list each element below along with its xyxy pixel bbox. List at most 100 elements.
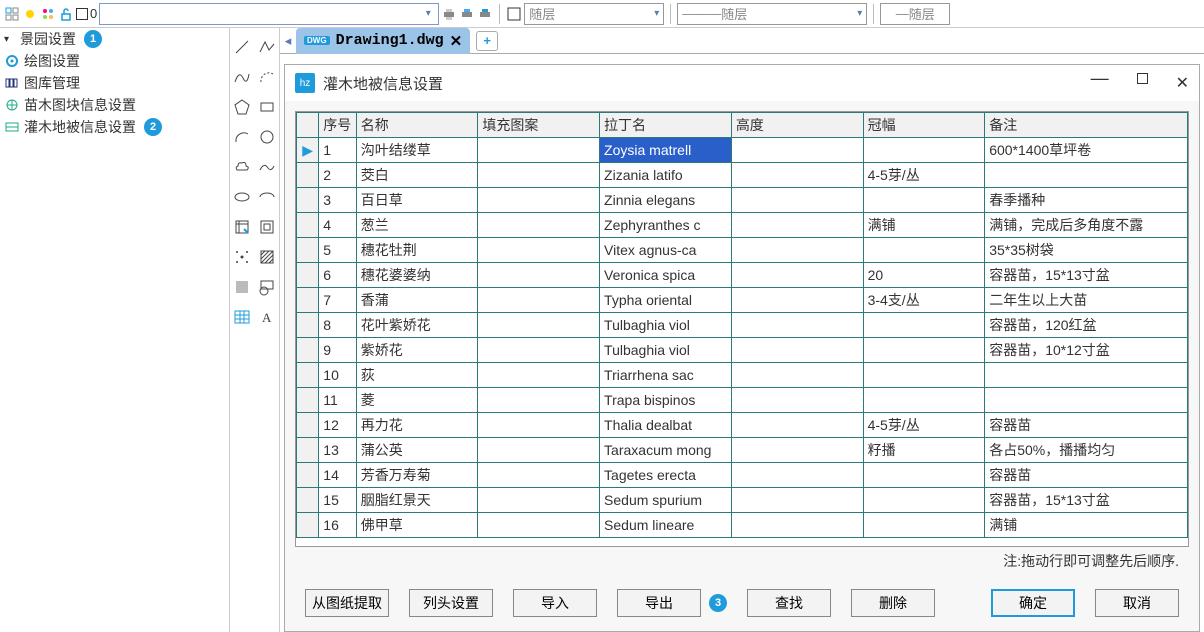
cell[interactable]: 各占50%，播播均匀 [985, 438, 1188, 463]
cell[interactable] [478, 463, 600, 488]
table-row[interactable]: 14芳香万寿菊Tagetes erecta容器苗 [297, 463, 1188, 488]
table-row[interactable]: 13蒲公英Taraxacum mong籽播各占50%，播播均匀 [297, 438, 1188, 463]
polygon-tool[interactable] [233, 94, 252, 120]
cell[interactable]: 百日草 [356, 188, 478, 213]
column-settings-button[interactable]: 列头设置 [409, 589, 493, 617]
cell[interactable]: 沟叶结缕草 [356, 138, 478, 163]
cell[interactable] [985, 363, 1188, 388]
col-latin[interactable]: 拉丁名 [600, 113, 732, 138]
cell[interactable] [731, 388, 863, 413]
cell[interactable]: 蒲公英 [356, 438, 478, 463]
cell[interactable] [863, 338, 985, 363]
cell[interactable] [731, 413, 863, 438]
export-button[interactable]: 导出 [617, 589, 701, 617]
table-row[interactable]: ▶1沟叶结缕草Zoysia matrell600*1400草坪卷 [297, 138, 1188, 163]
rectangle-tool[interactable] [258, 94, 277, 120]
layer-list-dropdown[interactable] [99, 3, 439, 25]
cell[interactable]: 容器苗 [985, 463, 1188, 488]
minimize-button[interactable]: — [1091, 73, 1109, 93]
color-box-icon[interactable] [506, 6, 522, 22]
cell[interactable]: 600*1400草坪卷 [985, 138, 1188, 163]
cell[interactable] [731, 338, 863, 363]
printer-icon-2[interactable] [459, 6, 475, 22]
cell[interactable] [478, 313, 600, 338]
cell[interactable]: Vitex agnus-ca [600, 238, 732, 263]
cell[interactable]: 香蒲 [356, 288, 478, 313]
cell[interactable]: 35*35树袋 [985, 238, 1188, 263]
sidebar-item-drawing[interactable]: 绘图设置 [0, 50, 229, 72]
cell[interactable] [863, 388, 985, 413]
cell[interactable] [478, 163, 600, 188]
cell[interactable] [478, 413, 600, 438]
cell[interactable] [731, 138, 863, 163]
cell[interactable] [478, 338, 600, 363]
col-remark[interactable]: 备注 [985, 113, 1188, 138]
data-grid[interactable]: 序号 名称 填充图案 拉丁名 高度 冠幅 备注 ▶1沟叶结缕草Zoysia ma… [295, 111, 1189, 547]
arc-tool[interactable] [233, 124, 252, 150]
cell[interactable]: 胭脂红景天 [356, 488, 478, 513]
extract-button[interactable]: 从图纸提取 [305, 589, 389, 617]
cell[interactable]: 紫娇花 [356, 338, 478, 363]
cell[interactable]: 菱 [356, 388, 478, 413]
table-row[interactable]: 6穗花婆婆纳Veronica spica20容器苗，15*13寸盆 [297, 263, 1188, 288]
bylayer-dropdown-1[interactable]: 随层▾ [524, 3, 664, 25]
cell[interactable]: 容器苗，120红盆 [985, 313, 1188, 338]
cell[interactable]: Veronica spica [600, 263, 732, 288]
cell[interactable] [478, 388, 600, 413]
col-crown[interactable]: 冠幅 [863, 113, 985, 138]
cell[interactable] [863, 138, 985, 163]
cell[interactable]: 13 [319, 438, 357, 463]
cell[interactable]: 籽播 [863, 438, 985, 463]
cell[interactable]: Typha oriental [600, 288, 732, 313]
cell[interactable]: 3 [319, 188, 357, 213]
ok-button[interactable]: 确定 [991, 589, 1075, 617]
cell[interactable]: 满铺，完成后多角度不露 [985, 213, 1188, 238]
cell[interactable]: 6 [319, 263, 357, 288]
point-tool[interactable] [233, 244, 252, 270]
document-tab[interactable]: DWG Drawing1.dwg ✕ [296, 28, 470, 54]
ellipse-tool[interactable] [233, 184, 252, 210]
cell[interactable] [731, 488, 863, 513]
cell[interactable] [731, 363, 863, 388]
cancel-button[interactable]: 取消 [1095, 589, 1179, 617]
cell[interactable] [731, 238, 863, 263]
cell[interactable]: Zoysia matrell [600, 138, 732, 163]
cell[interactable]: 容器苗，10*12寸盆 [985, 338, 1188, 363]
table-row[interactable]: 3百日草Zinnia elegans春季播种 [297, 188, 1188, 213]
cell[interactable] [985, 388, 1188, 413]
cell[interactable]: Triarrhena sac [600, 363, 732, 388]
cell[interactable]: 穗花婆婆纳 [356, 263, 478, 288]
cell[interactable]: Zephyranthes c [600, 213, 732, 238]
tab-dropdown-arrow[interactable]: ◂ [280, 30, 296, 52]
cell[interactable]: Zinnia elegans [600, 188, 732, 213]
table-row[interactable]: 2茭白Zizania latifo4-5芽/丛 [297, 163, 1188, 188]
table-row[interactable]: 12再力花Thalia dealbat4-5芽/丛容器苗 [297, 413, 1188, 438]
cell[interactable] [863, 363, 985, 388]
cell[interactable] [731, 288, 863, 313]
sun-icon[interactable] [22, 6, 38, 22]
table-row[interactable]: 15胭脂红景天Sedum spurium容器苗，15*13寸盆 [297, 488, 1188, 513]
cell[interactable]: Tulbaghia viol [600, 338, 732, 363]
cell[interactable] [731, 463, 863, 488]
cell[interactable]: 容器苗，15*13寸盆 [985, 488, 1188, 513]
cell[interactable] [478, 288, 600, 313]
cell[interactable]: 二年生以上大苗 [985, 288, 1188, 313]
cell[interactable]: Sedum lineare [600, 513, 732, 538]
text-tool[interactable]: A [258, 304, 277, 330]
cell[interactable]: 8 [319, 313, 357, 338]
table-row[interactable]: 16佛甲草Sedum lineare满铺 [297, 513, 1188, 538]
cell[interactable]: 11 [319, 388, 357, 413]
gradient-tool[interactable] [233, 274, 252, 300]
cell[interactable]: 葱兰 [356, 213, 478, 238]
table-tool[interactable] [233, 304, 252, 330]
cell[interactable]: 穗花牡荆 [356, 238, 478, 263]
cell[interactable] [985, 163, 1188, 188]
cell[interactable] [478, 488, 600, 513]
cell[interactable]: 16 [319, 513, 357, 538]
cell[interactable] [478, 438, 600, 463]
bylayer-dropdown-2[interactable]: ——— 随层▾ [677, 3, 867, 25]
cell[interactable]: 2 [319, 163, 357, 188]
lock-open-icon[interactable] [58, 6, 74, 22]
cell[interactable] [478, 188, 600, 213]
cell[interactable]: 9 [319, 338, 357, 363]
